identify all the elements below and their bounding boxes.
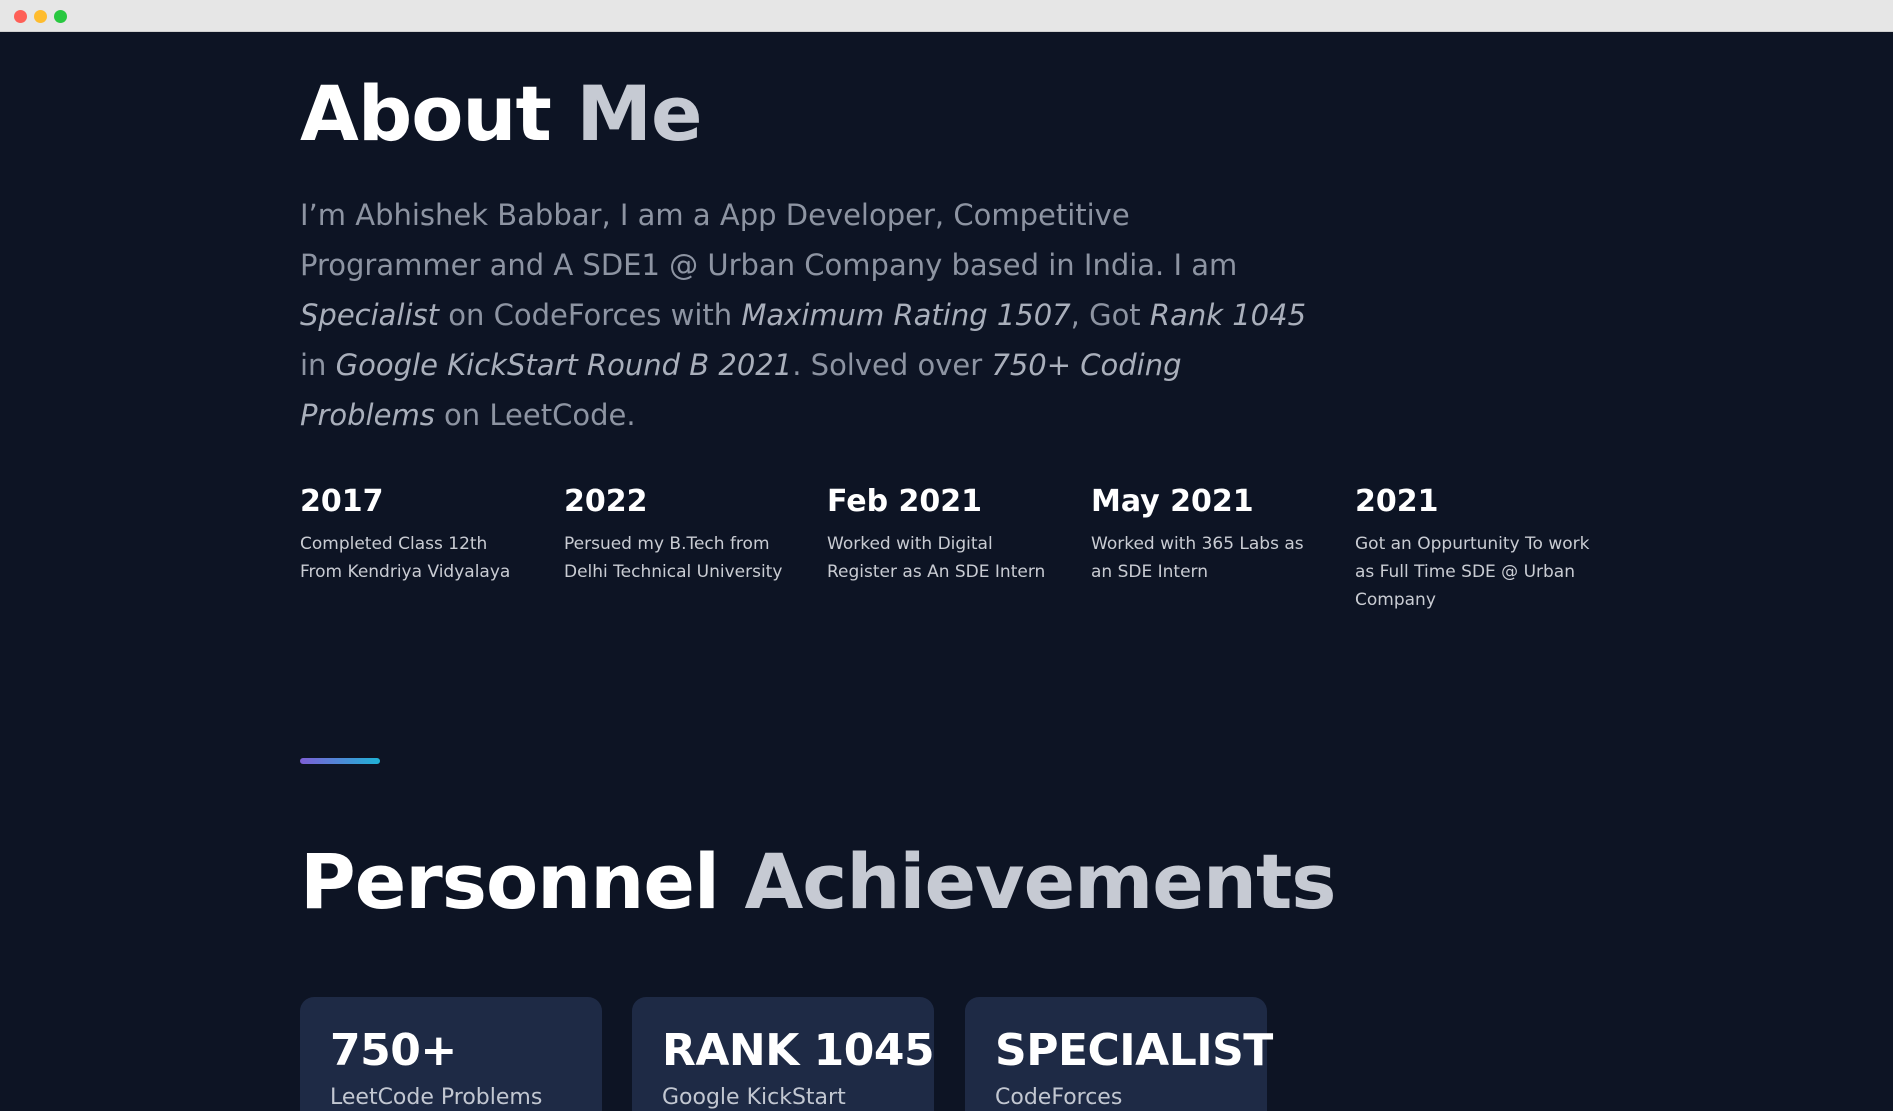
achievement-value: 750+	[330, 1025, 457, 1076]
timeline: 2017 Completed Class 12th From Kendriya …	[300, 482, 1620, 632]
browser-titlebar	[0, 0, 1893, 32]
timeline-item: May 2021 Worked with 365 Labs as an SDE …	[1091, 482, 1323, 586]
minimize-window-button[interactable]	[34, 10, 47, 23]
about-title-word-2: Me	[576, 69, 702, 158]
achievement-card: SPECIALIST CodeForces	[965, 997, 1273, 1111]
bio-highlight: Specialist	[300, 298, 440, 332]
bio-text: I’m Abhishek Babbar, I am a App Develope…	[300, 198, 1238, 282]
timeline-item: 2021 Got an Oppurtunity To work as Full …	[1355, 482, 1600, 614]
timeline-item: 2022 Persued my B.Tech from Delhi Techni…	[564, 482, 796, 586]
timeline-item: Feb 2021 Worked with Digital Register as…	[827, 482, 1059, 586]
timeline-description: Worked with 365 Labs as an SDE Intern	[1091, 534, 1304, 582]
timeline-year: 2017	[300, 484, 384, 519]
achievement-label: CodeForces	[995, 1085, 1123, 1110]
close-window-button[interactable]	[14, 10, 27, 23]
bio-text: . Solved over	[792, 348, 992, 382]
achievements-title-word-2: Achievements	[744, 837, 1336, 926]
timeline-year: May 2021	[1091, 484, 1254, 519]
bio-text: , Got	[1070, 298, 1150, 332]
bio-text: on LeetCode.	[434, 398, 636, 432]
achievements-title-word-1: Personnel	[300, 837, 720, 926]
maximize-window-button[interactable]	[54, 10, 67, 23]
about-title-word-1: About	[300, 69, 552, 158]
bio-highlight: Maximum Rating 1507	[741, 298, 1071, 332]
achievement-value: SPECIALIST	[995, 1025, 1273, 1076]
timeline-description: Persued my B.Tech from Delhi Technical U…	[564, 534, 783, 582]
achievement-label: LeetCode Problems	[330, 1085, 543, 1110]
page: About Me I’m Abhishek Babbar, I am a App…	[0, 32, 1893, 1111]
timeline-description: Worked with Digital Register as An SDE I…	[827, 534, 1046, 582]
timeline-description: Got an Oppurtunity To work as Full Time …	[1355, 534, 1590, 610]
about-title: About Me	[300, 64, 703, 164]
bio-highlight: Google KickStart Round B 2021	[335, 348, 793, 382]
achievements-title: Personnel Achievements	[300, 832, 1337, 932]
achievement-card: RANK 1045 Google KickStart	[632, 997, 935, 1111]
timeline-description: Completed Class 12th From Kendriya Vidya…	[300, 534, 511, 582]
bio-text: on CodeForces with	[439, 298, 742, 332]
timeline-item: 2017 Completed Class 12th From Kendriya …	[300, 482, 532, 586]
achievement-value: RANK 1045	[662, 1025, 935, 1076]
bio-highlight: Rank 1045	[1149, 298, 1307, 332]
timeline-year: 2021	[1355, 484, 1439, 519]
timeline-year: Feb 2021	[827, 484, 983, 519]
achievement-label: Google KickStart	[662, 1085, 846, 1110]
timeline-year: 2022	[564, 484, 648, 519]
about-bio: I’m Abhishek Babbar, I am a App Develope…	[300, 190, 1310, 440]
bio-text: in	[300, 348, 336, 382]
achievement-card: 750+ LeetCode Problems	[300, 997, 602, 1111]
section-divider-accent	[300, 758, 380, 764]
